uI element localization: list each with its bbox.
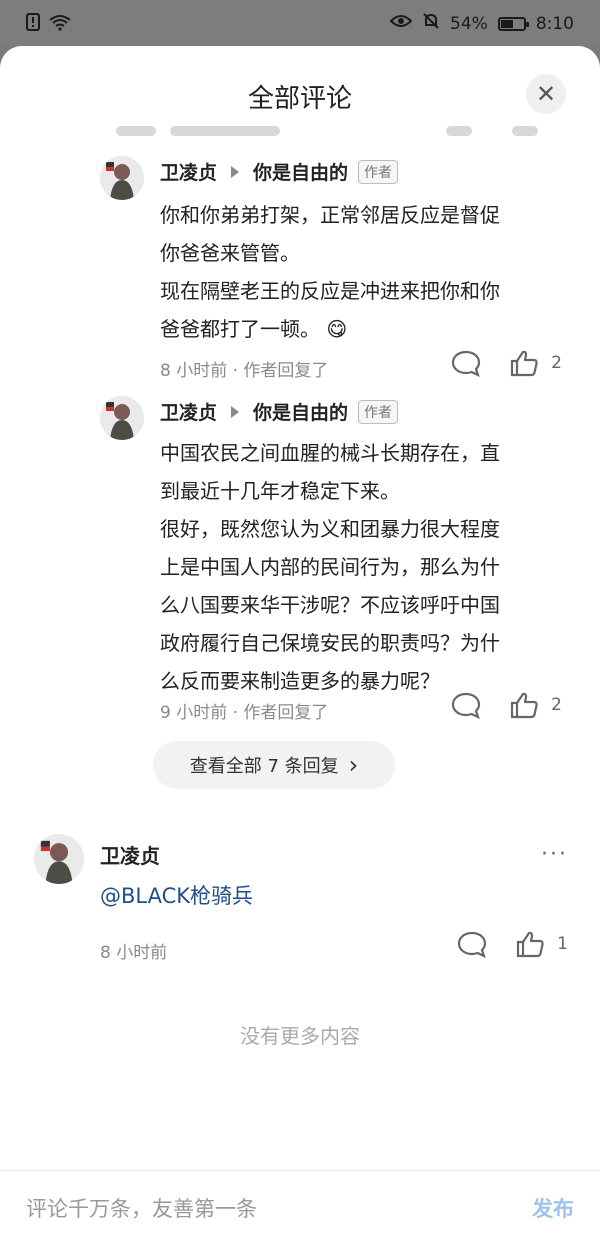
reply-item: 卫凌贞 你是自由的 作者 中国农民之间血腥的械斗长期存在，直 到最近十几年才稳定…	[100, 396, 580, 726]
more-options-icon[interactable]: ···	[541, 842, 568, 867]
comment-button[interactable]	[451, 349, 481, 377]
text-line: 么八国要来华干涉呢？不应该呼吁中国	[160, 593, 500, 617]
text-line: 爸爸都打了一顿。 😋	[160, 317, 348, 341]
thumbs-up-icon	[511, 692, 538, 719]
reply-actions: 2	[451, 349, 562, 377]
like-count: 2	[551, 695, 562, 715]
like-button[interactable]: 2	[509, 349, 562, 377]
like-count: 1	[557, 934, 568, 954]
wifi-icon	[48, 13, 72, 35]
eye-icon	[389, 13, 413, 34]
reply-text: 你和你弟弟打架，正常邻居反应是督促 你爸爸来管管。 现在隔壁老王的反应是冲进来把…	[160, 196, 570, 348]
reply-header: 卫凌贞 你是自由的 作者	[160, 398, 399, 425]
author-name[interactable]: 卫凌贞	[160, 158, 217, 185]
sheet-header: 全部评论 ✕	[0, 46, 600, 130]
avatar[interactable]	[100, 396, 144, 440]
sheet-title: 全部评论	[247, 84, 352, 114]
battery-percent: 54%	[450, 13, 488, 34]
like-count: 2	[551, 353, 562, 373]
reply-actions: 2	[451, 691, 562, 719]
bell-off-icon	[422, 12, 440, 35]
text-line: 到最近十几年才稳定下来。	[160, 479, 400, 503]
text-line: 很好，既然您认为义和团暴力很大程度	[160, 517, 500, 541]
clock: 8:10	[535, 13, 574, 34]
comment-input[interactable]: 评论千万条，友善第一条	[26, 1193, 257, 1223]
comment-input-bar: 评论千万条，友善第一条 发布	[0, 1170, 600, 1246]
comments-sheet: 全部评论 ✕ 卫凌贞 你是自由的 作者 你和你弟弟打架，正常邻居反应是督促 你爸…	[0, 46, 600, 1246]
view-all-replies-button[interactable]: 查看全部 7 条回复 ›	[153, 741, 395, 789]
comment-button[interactable]	[457, 930, 487, 958]
scrolled-off-reply	[100, 122, 580, 138]
reply-header: 卫凌贞 你是自由的 作者	[160, 158, 399, 185]
author-name[interactable]: 卫凌贞	[100, 840, 160, 869]
view-all-label: 查看全部 7 条回复	[189, 756, 339, 777]
like-button[interactable]: 2	[509, 691, 562, 719]
reply-arrow-icon	[231, 405, 240, 418]
reply-meta: 9 小时前 · 作者回复了	[160, 703, 329, 723]
text-line: 你爸爸来管管。	[160, 241, 300, 265]
reply-text: 中国农民之间血腥的械斗长期存在，直 到最近十几年才稳定下来。 很好，既然您认为义…	[160, 434, 570, 700]
text-line: 中国农民之间血腥的械斗长期存在，直	[160, 441, 500, 465]
thumbs-up-icon	[511, 350, 538, 377]
text-line: 现在隔壁老王的反应是冲进来把你和你	[160, 279, 500, 303]
comment-bubble-icon	[452, 350, 481, 377]
alert-icon	[26, 13, 40, 35]
author-badge: 作者	[358, 399, 399, 424]
reply-arrow-icon	[231, 165, 240, 178]
text-line: 政府履行自己保境安民的职责吗？为什	[160, 631, 500, 655]
like-button[interactable]: 1	[515, 930, 568, 958]
reply-to-name[interactable]: 你是自由的	[253, 158, 348, 185]
avatar[interactable]	[100, 156, 144, 200]
reply-meta: 8 小时前 · 作者回复了	[160, 361, 329, 381]
text-line: 你和你弟弟打架，正常邻居反应是督促	[160, 203, 500, 227]
mention-link[interactable]: @BLACK枪骑兵	[100, 880, 253, 910]
reply-item: 卫凌贞 你是自由的 作者 你和你弟弟打架，正常邻居反应是督促 你爸爸来管管。 现…	[100, 156, 580, 386]
close-icon[interactable]: ✕	[526, 74, 566, 114]
comment-bubble-icon	[458, 931, 487, 958]
status-bar: 54% 8:10	[0, 0, 600, 46]
comment-meta: 8 小时前	[100, 943, 168, 963]
battery-icon	[497, 16, 529, 31]
comment-bubble-icon	[452, 692, 481, 719]
publish-button[interactable]: 发布	[532, 1193, 574, 1223]
chevron-right-icon: ›	[348, 751, 359, 779]
emoji-icon: 😋	[326, 317, 348, 341]
reply-to-name[interactable]: 你是自由的	[253, 398, 348, 425]
text-line: 上是中国人内部的民间行为，那么为什	[160, 555, 500, 579]
end-of-list-text: 没有更多内容	[240, 1024, 360, 1048]
author-name[interactable]: 卫凌贞	[160, 398, 217, 425]
author-badge: 作者	[358, 159, 399, 184]
avatar[interactable]	[34, 834, 84, 884]
comment-button[interactable]	[451, 691, 481, 719]
thumbs-up-icon	[517, 931, 544, 958]
comment-actions: 1	[457, 930, 568, 958]
comment-item: 卫凌贞 ··· @BLACK枪骑兵 8 小时前 1	[34, 834, 574, 974]
